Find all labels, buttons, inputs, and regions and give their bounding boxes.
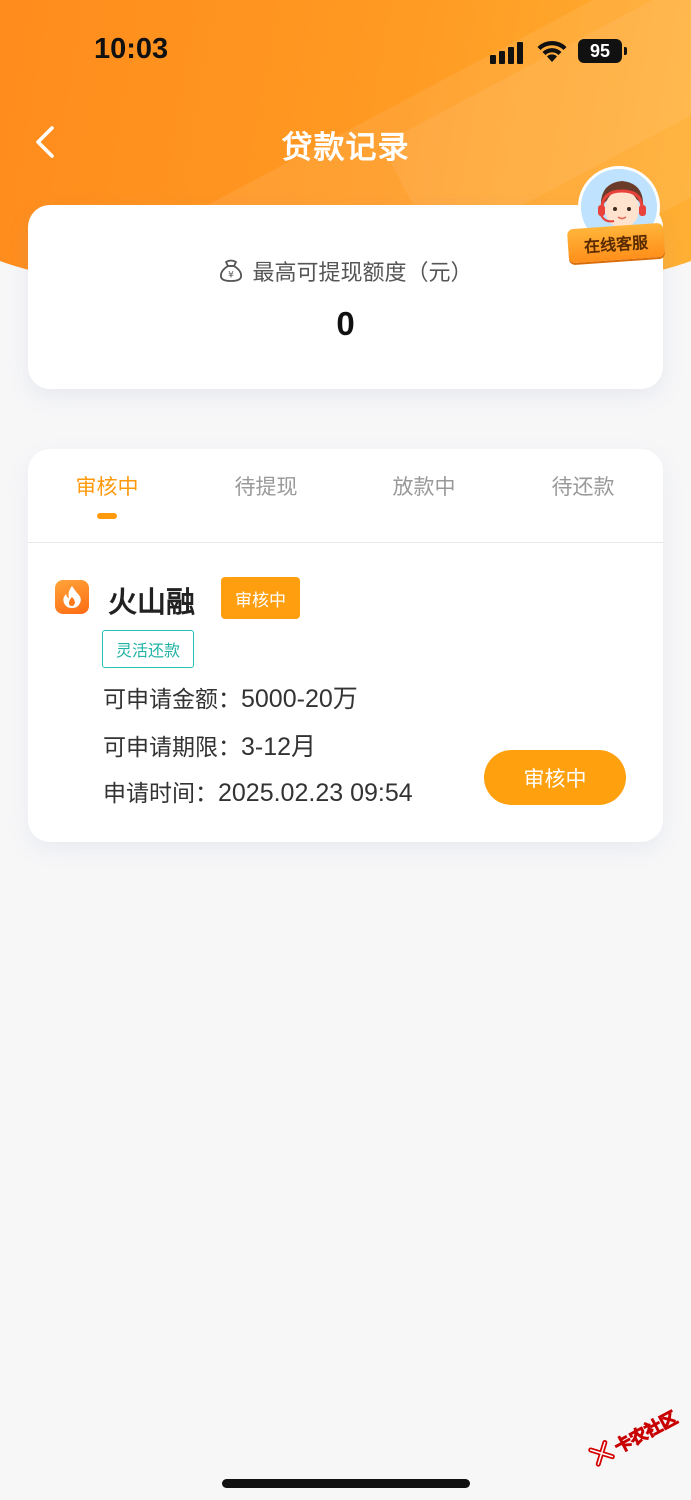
money-bag-icon: ¥ xyxy=(220,259,243,282)
application-time-row: 申请时间：2025.02.23 09:54 xyxy=(103,774,413,808)
page-title: 贷款记录 xyxy=(281,130,410,166)
page: 10:03 95 贷款记录 ¥ 最高可提现额度（元） 0 在线客服 审核中 待提… xyxy=(0,0,691,1500)
amount-label: 可申请金额： xyxy=(103,687,241,713)
watermark-logo: 卡农社区 xyxy=(578,1385,691,1485)
status-tabs: 审核中 待提现 放款中 待还款 xyxy=(28,449,663,543)
time-value: 2025.02.23 09:54 xyxy=(218,779,413,807)
loan-product-name: 火山融 xyxy=(108,585,196,619)
amount-value: 5000-20万 xyxy=(241,685,358,713)
quota-value: 0 xyxy=(336,305,355,342)
tab-reviewing[interactable]: 审核中 xyxy=(47,471,167,501)
quota-label: 最高可提现额度（元） xyxy=(252,261,473,286)
reviewing-button[interactable]: 审核中 xyxy=(484,750,626,805)
watermark-text: 卡农社区 xyxy=(611,1407,681,1458)
status-badge: 审核中 xyxy=(221,577,300,619)
term-label: 可申请期限： xyxy=(103,735,241,761)
amount-row: 可申请金额：5000-20万 xyxy=(103,679,358,715)
term-row: 可申请期限：3-12月 xyxy=(103,727,316,763)
tab-pending-repayment[interactable]: 待还款 xyxy=(523,471,643,501)
records-card: 审核中 待提现 放款中 待还款 火山融 审核中 灵活还款 可申请金额：5000-… xyxy=(28,449,663,842)
wifi-icon xyxy=(537,40,567,62)
watermark-icon xyxy=(588,1439,615,1467)
tab-pending-withdrawal[interactable]: 待提现 xyxy=(206,471,326,501)
cellular-signal-icon xyxy=(490,40,526,64)
status-time: 10:03 xyxy=(94,33,169,65)
tab-disbursing[interactable]: 放款中 xyxy=(364,471,484,501)
status-bar: 10:03 95 xyxy=(0,0,691,100)
time-label: 申请时间： xyxy=(103,781,218,807)
active-tab-indicator xyxy=(97,513,117,519)
home-indicator[interactable] xyxy=(222,1479,470,1488)
flame-app-icon xyxy=(55,580,89,614)
customer-service-label: 在线客服 xyxy=(566,222,666,264)
battery-icon: 95 xyxy=(578,39,627,63)
term-value: 3-12月 xyxy=(241,733,317,761)
customer-service-button[interactable]: 在线客服 xyxy=(566,164,668,268)
feature-tag: 灵活还款 xyxy=(102,630,194,668)
svg-text:¥: ¥ xyxy=(229,271,235,281)
